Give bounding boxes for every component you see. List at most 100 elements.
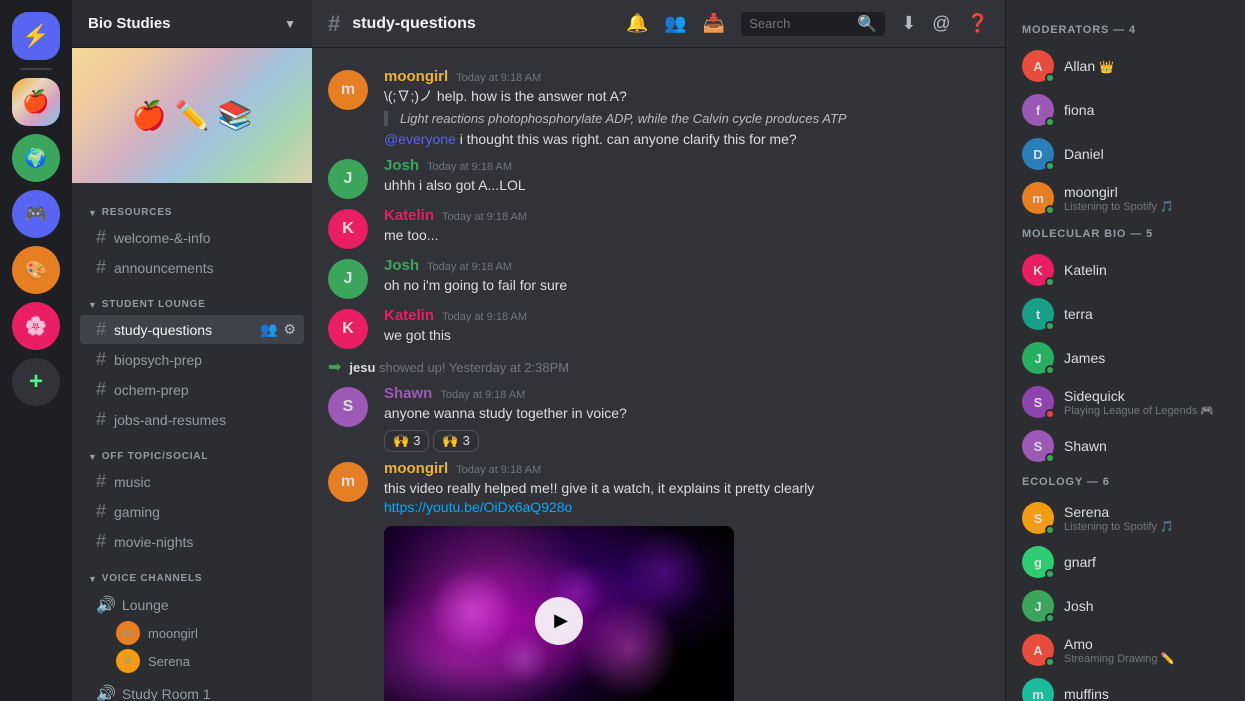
message-author[interactable]: Katelin — [384, 207, 434, 224]
member-name: moongirl — [1064, 184, 1229, 200]
voice-member-moongirl[interactable]: m moongirl — [96, 619, 296, 647]
avatar: J — [1022, 342, 1054, 374]
member-name: Josh — [1064, 598, 1229, 614]
settings-icon[interactable]: ⚙ — [283, 321, 296, 338]
download-icon[interactable]: ⬇ — [901, 13, 916, 34]
channel-biopsych-prep[interactable]: # biopsych-prep — [80, 345, 304, 374]
member-item-amo[interactable]: A Amo Streaming Drawing ✏️ — [1014, 628, 1237, 672]
channel-music[interactable]: # music — [80, 467, 304, 496]
voice-channel-header: 🔊 Lounge — [96, 591, 296, 619]
search-box[interactable]: 🔍 — [741, 12, 885, 36]
voice-channel-study-room-1[interactable]: 🔊 Study Room 1 s shawn 📹 LIVE t terra 🖥 — [80, 678, 304, 701]
member-item-sidequick[interactable]: S Sidequick Playing League of Legends 🎮 — [1014, 380, 1237, 424]
channel-hash-icon: # — [328, 11, 340, 37]
server-icon-bio-studies[interactable]: 🍎 — [12, 78, 60, 126]
avatar: m — [116, 621, 140, 645]
category-voice-channels[interactable]: ▼ VOICE CHANNELS — [72, 557, 312, 588]
channel-jobs-resumes[interactable]: # jobs-and-resumes — [80, 405, 304, 434]
server-icon-3[interactable]: 🎮 — [12, 190, 60, 238]
member-item-james[interactable]: J James — [1014, 336, 1237, 380]
hash-icon: # — [96, 257, 106, 278]
server-icon-2[interactable]: 🌍 — [12, 134, 60, 182]
member-item-moongirl[interactable]: m moongirl Listening to Spotify 🎵 — [1014, 176, 1237, 220]
message-author[interactable]: moongirl — [384, 68, 448, 85]
message-time: Today at 9:18 AM — [427, 261, 512, 273]
video-embed[interactable]: ▶ — [384, 526, 734, 701]
collapse-arrow-icon: ▼ — [88, 574, 98, 584]
member-item-gnarf[interactable]: g gnarf — [1014, 540, 1237, 584]
add-server-button[interactable]: + — [12, 358, 60, 406]
bell-icon[interactable]: 🔔 — [626, 13, 648, 34]
member-info: gnarf — [1064, 554, 1229, 570]
channels-list: ▼ RESOURCES # welcome-&-info # announcem… — [72, 183, 312, 701]
channel-name: music — [114, 474, 151, 490]
message-author[interactable]: Josh — [384, 257, 419, 274]
member-info: Daniel — [1064, 146, 1229, 162]
member-name: Amo — [1064, 636, 1229, 652]
server-header[interactable]: Bio Studies ▼ — [72, 0, 312, 48]
message-row: K Katelin Today at 9:18 AM we got this — [312, 303, 1005, 353]
message-row: S Shawn Today at 9:18 AM anyone wanna st… — [312, 381, 1005, 456]
category-voice-label: VOICE CHANNELS — [102, 573, 203, 584]
channel-welcome-info[interactable]: # welcome-&-info — [80, 223, 304, 252]
category-student-lounge[interactable]: ▼ STUDENT LOUNGE — [72, 283, 312, 314]
member-item-shawn[interactable]: S Shawn — [1014, 424, 1237, 468]
avatar: t — [1022, 298, 1054, 330]
members-icon[interactable]: 👥 — [664, 13, 686, 34]
server-icon-5[interactable]: 🌸 — [12, 302, 60, 350]
message-text-2: @everyone i thought this was right. can … — [384, 130, 989, 150]
status-dot — [1045, 453, 1055, 463]
member-info: Amo Streaming Drawing ✏️ — [1064, 636, 1229, 665]
channel-study-questions[interactable]: # study-questions 👥 ⚙ — [80, 315, 304, 344]
video-link[interactable]: https://youtu.be/OiDx6aQ928o — [384, 499, 572, 515]
member-activity: Listening to Spotify 🎵 — [1064, 520, 1229, 533]
system-text: jesu showed up! Yesterday at 2:38PM — [349, 360, 569, 375]
channel-movie-nights[interactable]: # movie-nights — [80, 527, 304, 556]
reaction-2[interactable]: 🙌3 — [433, 430, 478, 452]
channel-name: announcements — [114, 260, 214, 276]
member-item-katelin[interactable]: K Katelin — [1014, 248, 1237, 292]
member-name: Katelin — [1064, 262, 1229, 278]
message-author[interactable]: Josh — [384, 157, 419, 174]
member-item-josh[interactable]: J Josh — [1014, 584, 1237, 628]
member-item-daniel[interactable]: D Daniel — [1014, 132, 1237, 176]
search-input[interactable] — [749, 16, 851, 31]
category-resources[interactable]: ▼ RESOURCES — [72, 191, 312, 222]
chevron-down-icon: ▼ — [284, 17, 296, 31]
voice-member-serena[interactable]: S Serena — [96, 647, 296, 675]
server-icon-4[interactable]: 🎨 — [12, 246, 60, 294]
message-header: moongirl Today at 9:18 AM — [384, 460, 989, 477]
discord-home-icon[interactable]: ⚡ — [12, 12, 60, 60]
message-time: Today at 9:18 AM — [456, 72, 541, 84]
channel-gaming[interactable]: # gaming — [80, 497, 304, 526]
reaction-1[interactable]: 🙌3 — [384, 430, 429, 452]
message-row: m moongirl Today at 9:18 AM this video r… — [312, 456, 1005, 701]
add-member-icon[interactable]: 👥 — [260, 321, 277, 338]
member-item-serena[interactable]: S Serena Listening to Spotify 🎵 — [1014, 496, 1237, 540]
avatar: S — [116, 649, 140, 673]
mention-icon[interactable]: @ — [932, 13, 950, 34]
status-dot — [1045, 525, 1055, 535]
member-item-allan[interactable]: A Allan 👑 — [1014, 44, 1237, 88]
message-text: \(;∇;)ノ help. how is the answer not A? — [384, 87, 989, 107]
message-text: anyone wanna study together in voice? — [384, 404, 989, 424]
member-item-terra[interactable]: t terra — [1014, 292, 1237, 336]
member-item-fiona[interactable]: f fiona — [1014, 88, 1237, 132]
message-author[interactable]: Katelin — [384, 307, 434, 324]
speaker-icon: 🔊 — [96, 684, 116, 701]
help-icon[interactable]: ❓ — [967, 13, 989, 34]
play-button[interactable]: ▶ — [535, 597, 583, 645]
message-author[interactable]: Shawn — [384, 385, 432, 402]
category-off-topic[interactable]: ▼ OFF TOPIC/SOCIAL — [72, 435, 312, 466]
section-ecology: ECOLOGY — 6 — [1014, 468, 1237, 492]
message-author[interactable]: moongirl — [384, 460, 448, 477]
member-name: Shawn — [1064, 438, 1229, 454]
voice-channel-lounge[interactable]: 🔊 Lounge m moongirl S Serena — [80, 589, 304, 677]
inbox-icon[interactable]: 📥 — [703, 13, 725, 34]
channel-announcements[interactable]: # announcements — [80, 253, 304, 282]
member-item-muffins[interactable]: m muffins — [1014, 672, 1237, 701]
member-info: moongirl Listening to Spotify 🎵 — [1064, 184, 1229, 213]
collapse-arrow-icon: ▼ — [88, 300, 98, 310]
channel-ochem-prep[interactable]: # ochem-prep — [80, 375, 304, 404]
message-content: Katelin Today at 9:18 AM me too... — [384, 207, 989, 246]
